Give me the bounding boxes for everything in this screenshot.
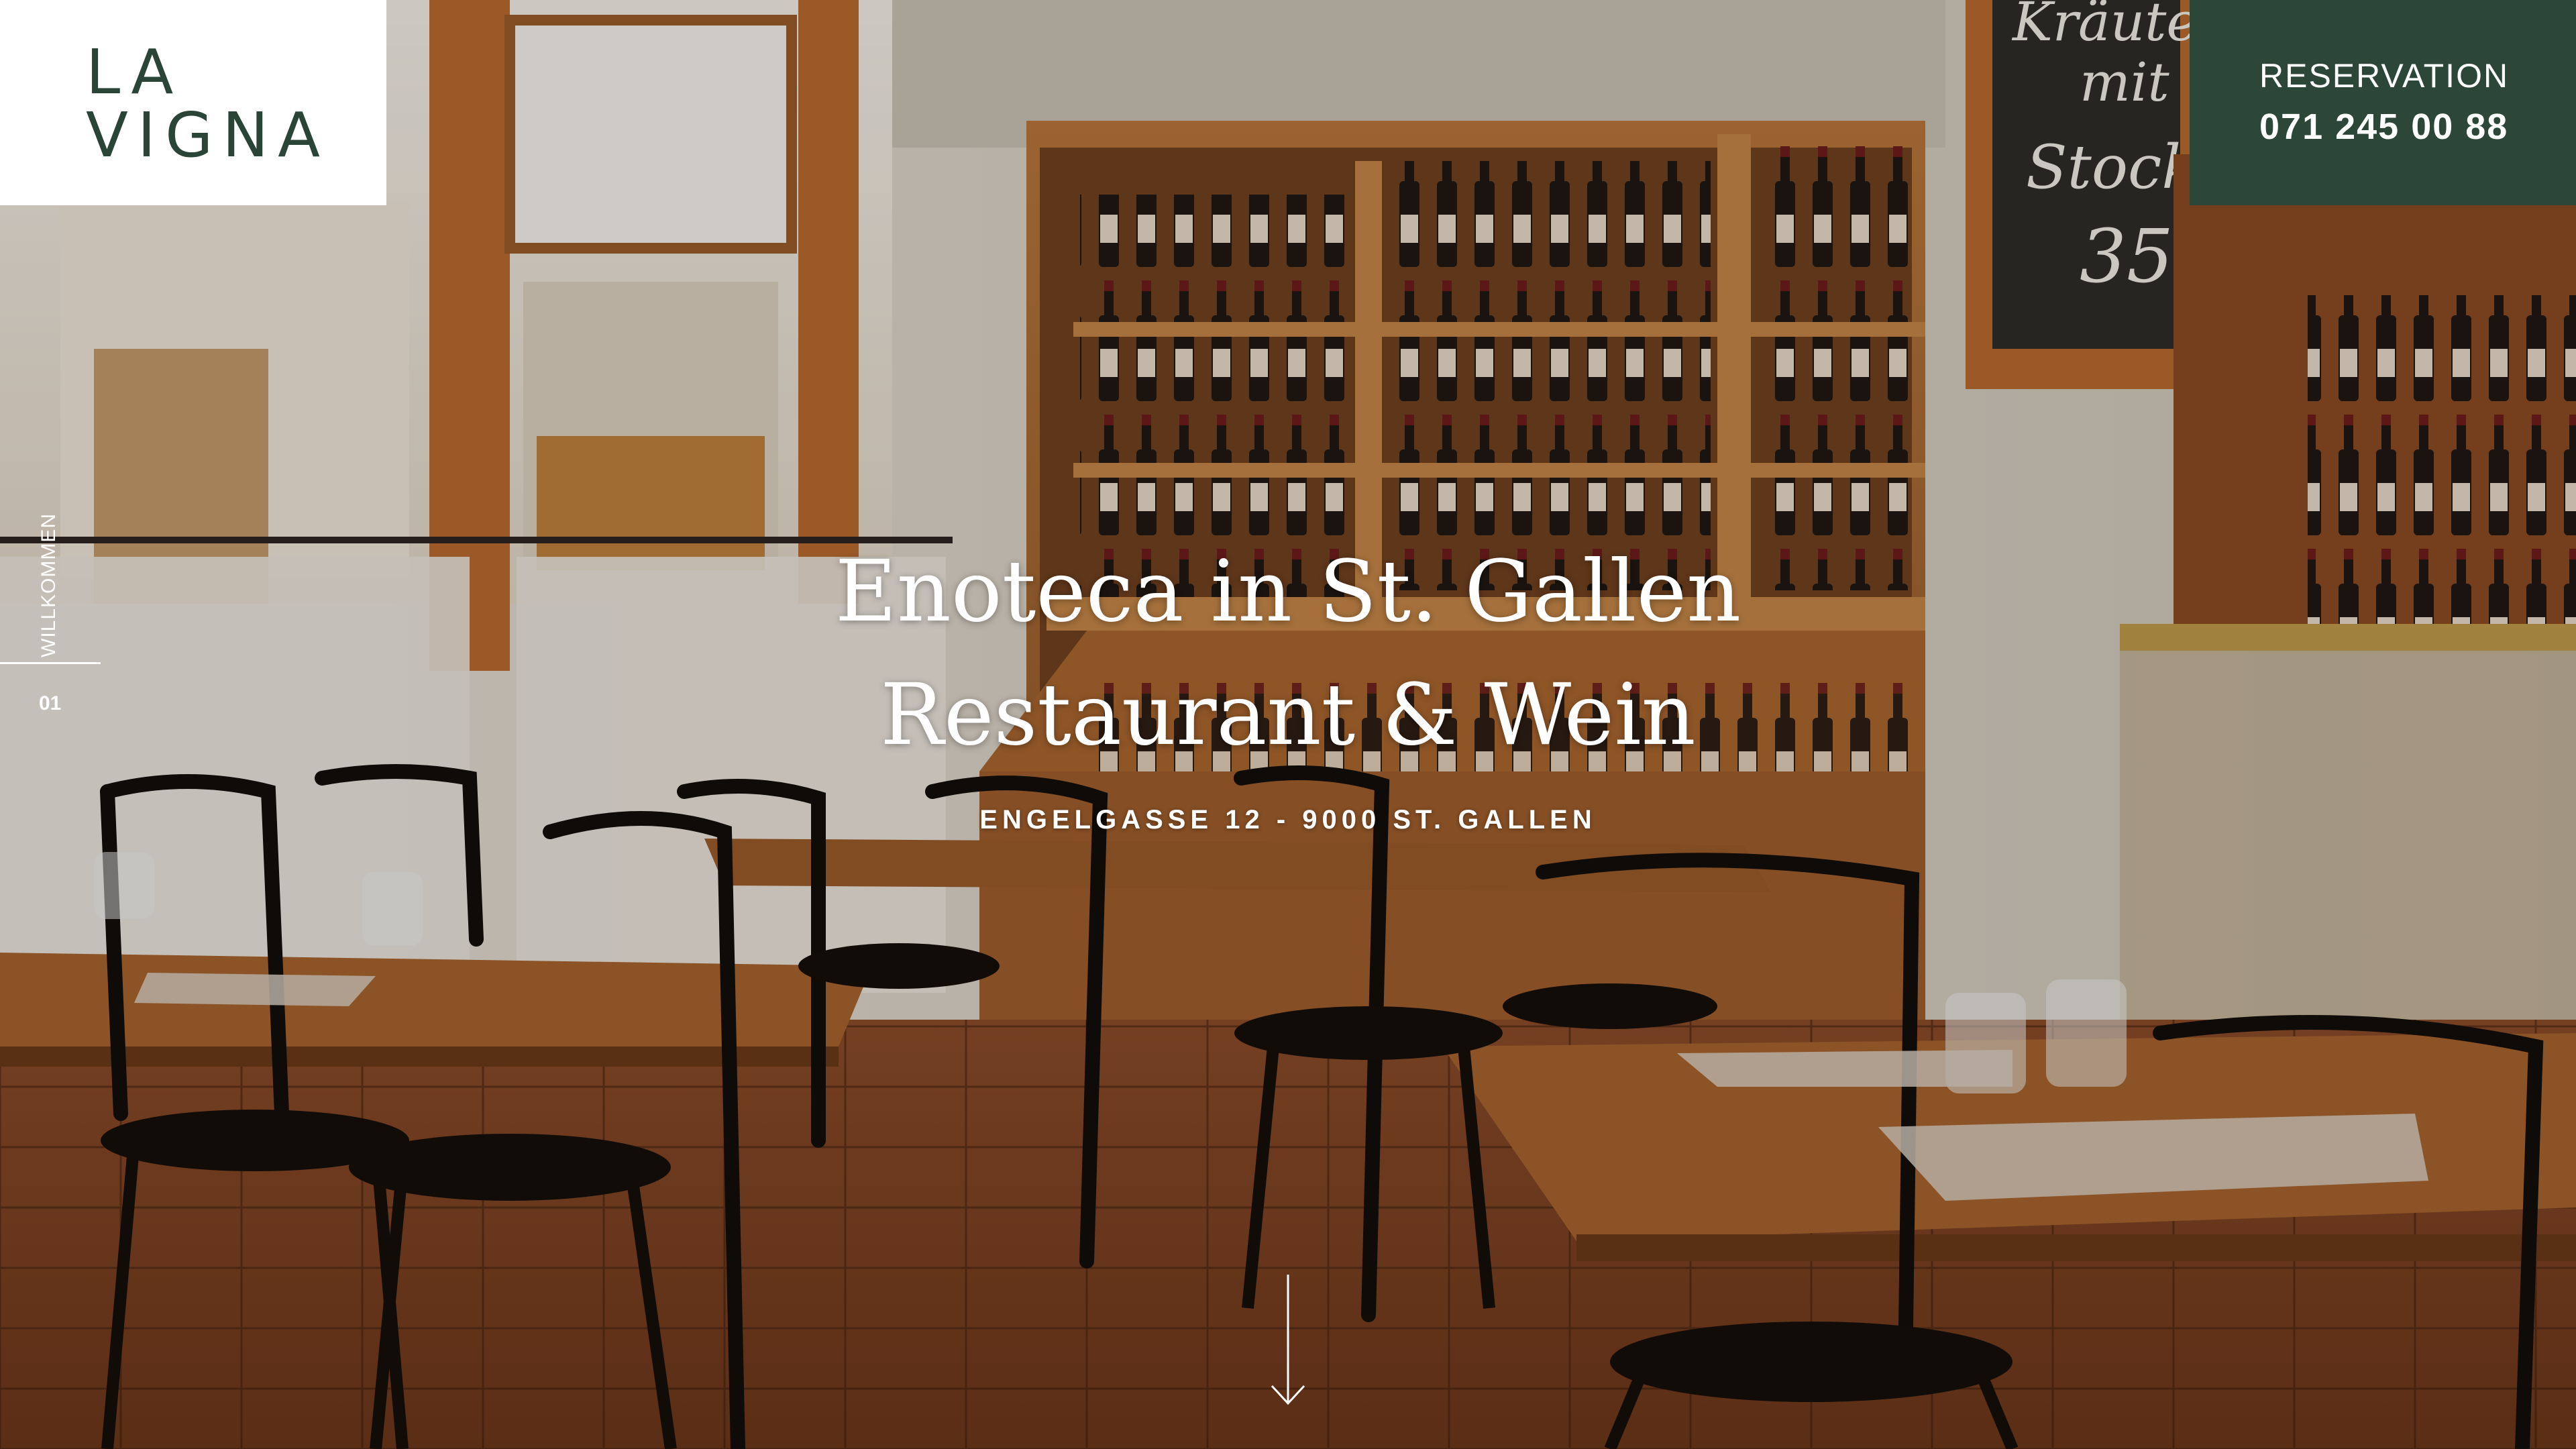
logo-line-1: LA xyxy=(86,36,183,108)
hero-title: Enoteca in St. Gallen Restaurant & Wein xyxy=(0,530,2576,777)
hero-title-line-2: Restaurant & Wein xyxy=(880,665,1696,764)
logo: LA VIGNA xyxy=(86,42,329,166)
hero-title-line-1: Enoteca in St. Gallen xyxy=(835,542,1741,641)
scroll-down-button[interactable] xyxy=(1267,1275,1309,1409)
logo-link[interactable]: LA VIGNA xyxy=(0,0,386,205)
reservation-phone: 071 245 00 88 xyxy=(2259,107,2509,147)
hero-address: ENGELGASSE 12 - 9000 ST. GALLEN xyxy=(979,805,1597,835)
arrow-down-icon xyxy=(1271,1275,1305,1405)
reservation-label: RESERVATION xyxy=(2259,57,2510,95)
reservation-button[interactable]: RESERVATION 071 245 00 88 xyxy=(2190,0,2576,205)
logo-line-2: VIGNA xyxy=(86,99,330,171)
hero-section: Kräuter mit Stock 35. LA VIGNA RESERVATI… xyxy=(0,0,2576,1449)
